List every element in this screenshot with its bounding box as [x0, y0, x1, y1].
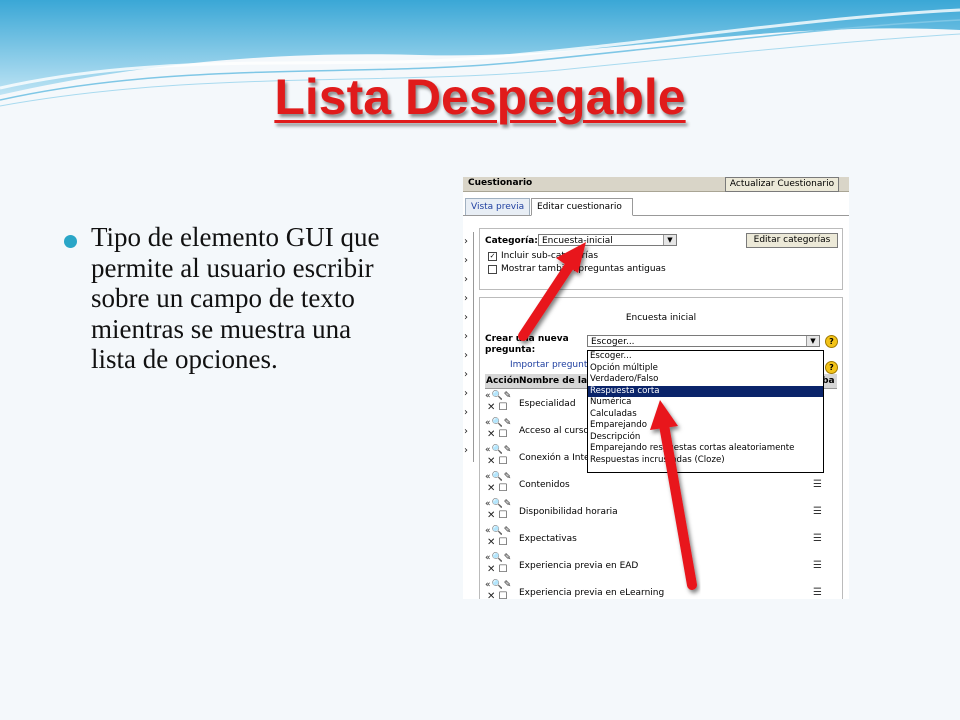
row-action-icons[interactable]: «🔍✎ [485, 526, 512, 536]
row-name: Experiencia previa en EAD [519, 561, 639, 571]
chevron-right-icon[interactable]: › [464, 255, 468, 266]
table-row[interactable]: «🔍✎ ✕ ☐ Expectativas ☰ [485, 526, 837, 553]
list-icon[interactable]: ☰ [813, 533, 822, 544]
chevron-right-icon[interactable]: › [464, 236, 468, 247]
create-question-label: Crear una nueva [485, 334, 569, 344]
dropdown-option[interactable]: Descripción [588, 432, 823, 444]
show-old-questions-checkbox[interactable] [488, 265, 497, 274]
quiz-title: Cuestionario [468, 178, 533, 188]
dropdown-option[interactable]: Calculadas [588, 409, 823, 421]
embedded-screenshot: Cuestionario Actualizar Cuestionario Vis… [463, 177, 849, 599]
delete-icon[interactable]: ✕ ☐ [487, 591, 508, 599]
chevron-right-icon[interactable]: › [464, 312, 468, 323]
delete-icon[interactable]: ✕ ☐ [487, 402, 508, 413]
bullet-dot-icon [64, 235, 77, 248]
create-question-label-2: pregunta: [485, 345, 536, 355]
chevron-right-icon[interactable]: › [464, 274, 468, 285]
list-icon[interactable]: ☰ [813, 506, 822, 517]
row-action-icons[interactable]: «🔍✎ [485, 418, 512, 428]
row-action-icons[interactable]: «🔍✎ [485, 445, 512, 455]
table-row[interactable]: «🔍✎ ✕ ☐ Experiencia previa en eLearning … [485, 580, 837, 599]
delete-icon[interactable]: ✕ ☐ [487, 429, 508, 440]
delete-icon[interactable]: ✕ ☐ [487, 537, 508, 548]
row-name: Contenidos [519, 480, 570, 490]
question-type-select[interactable]: Escoger... ▼ [587, 335, 820, 347]
left-collapse-strip: › › › › › › › › › › › › [463, 232, 474, 462]
category-label: Categoría: [485, 236, 538, 246]
row-action-icons[interactable]: «🔍✎ [485, 580, 512, 590]
row-name: Experiencia previa en eLearning [519, 588, 665, 598]
row-action-icons[interactable]: «🔍✎ [485, 499, 512, 509]
help-icon[interactable]: ? [825, 361, 838, 374]
dropdown-option[interactable]: Numérica [588, 397, 823, 409]
dropdown-option[interactable]: Respuestas incrustadas (Cloze) [588, 455, 823, 467]
question-type-select-value: Escoger... [591, 337, 635, 347]
category-select[interactable]: Encuesta-inicial ▼ [538, 234, 677, 246]
dropdown-option[interactable]: Verdadero/Falso [588, 374, 823, 386]
row-action-icons[interactable]: «🔍✎ [485, 472, 512, 482]
chevron-right-icon[interactable]: › [464, 293, 468, 304]
dropdown-option[interactable]: Escoger... [588, 351, 823, 363]
slide-title: Lista Despegable [274, 69, 686, 125]
column-name: Nombre de la [519, 376, 588, 386]
list-icon[interactable]: ☰ [813, 479, 822, 490]
dropdown-option[interactable]: Emparejando respuestas cortas aleatoriam… [588, 443, 823, 455]
category-panel: Categoría: Encuesta-inicial ▼ Editar cat… [479, 228, 843, 290]
dropdown-option-highlighted[interactable]: Respuesta corta [588, 385, 823, 397]
row-action-icons[interactable]: «🔍✎ [485, 391, 512, 401]
question-type-dropdown: Escoger... Opción múltiple Verdadero/Fal… [587, 350, 824, 473]
tab-preview[interactable]: Vista previa [465, 198, 531, 215]
slide-title-wrap: Lista Despegable [0, 68, 960, 126]
row-name: Acceso al curso [519, 426, 589, 436]
chevron-right-icon[interactable]: › [464, 369, 468, 380]
import-questions-link[interactable]: Importar preguntas [510, 360, 598, 370]
include-subcategories-checkbox[interactable]: ✓ [488, 252, 497, 261]
chevron-right-icon[interactable]: › [464, 388, 468, 399]
list-icon[interactable]: ☰ [813, 560, 822, 571]
row-name: Disponibilidad horaria [519, 507, 618, 517]
delete-icon[interactable]: ✕ ☐ [487, 510, 508, 521]
chevron-down-icon: ▼ [663, 235, 676, 245]
tab-edit-quiz[interactable]: Editar cuestionario [531, 198, 633, 216]
table-row[interactable]: «🔍✎ ✕ ☐ Experiencia previa en EAD ☰ [485, 553, 837, 580]
dropdown-option[interactable]: Emparejando [588, 420, 823, 432]
table-row[interactable]: «🔍✎ ✕ ☐ Contenidos ☰ [485, 472, 837, 499]
column-action: Acción [486, 376, 520, 386]
row-action-icons[interactable]: «🔍✎ [485, 553, 512, 563]
chevron-right-icon[interactable]: › [464, 426, 468, 437]
panel-heading: Encuesta inicial [625, 313, 697, 323]
table-row[interactable]: «🔍✎ ✕ ☐ Disponibilidad horaria ☰ [485, 499, 837, 526]
tab-row: Vista previa Editar cuestionario [463, 193, 849, 216]
chevron-right-icon[interactable]: › [464, 407, 468, 418]
edit-categories-button[interactable]: Editar categorías [746, 233, 838, 248]
delete-icon[interactable]: ✕ ☐ [487, 456, 508, 467]
update-quiz-button[interactable]: Actualizar Cuestionario [725, 177, 839, 192]
chevron-down-icon: ▼ [806, 336, 819, 346]
row-name: Expectativas [519, 534, 577, 544]
delete-icon[interactable]: ✕ ☐ [487, 483, 508, 494]
list-icon[interactable]: ☰ [813, 587, 822, 598]
bullet-item: Tipo de elemento GUI que permite al usua… [60, 222, 390, 375]
include-subcategories-label: Incluir sub-categorías [501, 251, 599, 261]
chevron-right-icon[interactable]: › [464, 445, 468, 456]
bullet-text: Tipo de elemento GUI que permite al usua… [91, 222, 380, 374]
row-name: Conexión a Inter [519, 453, 594, 463]
delete-icon[interactable]: ✕ ☐ [487, 564, 508, 575]
row-name: Especialidad [519, 399, 576, 409]
help-icon[interactable]: ? [825, 335, 838, 348]
chevron-right-icon[interactable]: › [464, 331, 468, 342]
category-select-value: Encuesta-inicial [542, 236, 613, 246]
dropdown-option[interactable]: Opción múltiple [588, 363, 823, 375]
chevron-right-icon[interactable]: › [464, 350, 468, 361]
show-old-questions-label: Mostrar también preguntas antiguas [501, 264, 666, 274]
